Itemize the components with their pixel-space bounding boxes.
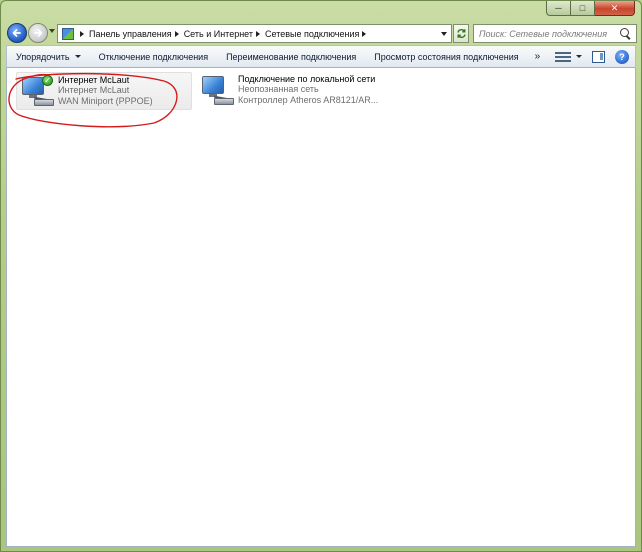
file-list[interactable]: ✓ Интернет McLaut Интернет McLaut WAN Mi… [6, 68, 636, 547]
network-connection-icon [200, 74, 234, 108]
close-button[interactable]: ✕ [595, 1, 635, 16]
breadcrumb-separator[interactable] [256, 30, 261, 37]
explorer-window: ─ □ ✕ Панель управления Сеть и Интернет … [0, 0, 642, 552]
back-arrow-icon [12, 29, 21, 37]
organize-label: Упорядочить [16, 51, 70, 62]
network-connection-icon: ✓ [20, 75, 54, 109]
breadcrumb-network-connections[interactable]: Сетевые подключения [265, 29, 359, 39]
connection-status: Интернет McLaut [58, 85, 130, 95]
control-panel-icon [62, 27, 74, 40]
connection-item-local-area[interactable]: Подключение по локальной сети Неопознанн… [197, 72, 387, 110]
breadcrumb-separator[interactable] [362, 30, 367, 37]
refresh-icon [456, 29, 466, 38]
minimize-button[interactable]: ─ [546, 1, 571, 16]
breadcrumb-network-internet[interactable]: Сеть и Интернет [184, 29, 253, 39]
check-icon: ✓ [42, 75, 53, 86]
address-dropdown-icon[interactable] [441, 32, 447, 36]
search-box[interactable] [473, 24, 637, 43]
search-icon[interactable] [619, 27, 633, 41]
maximize-button[interactable]: □ [571, 1, 595, 16]
help-icon[interactable]: ? [615, 49, 629, 64]
refresh-button[interactable] [453, 24, 469, 43]
connection-name: Интернет McLaut [58, 75, 130, 85]
more-commands-button[interactable]: » [528, 46, 548, 67]
recent-pages-dropdown[interactable] [49, 29, 55, 33]
forward-arrow-icon [34, 29, 43, 37]
command-bar: Упорядочить Отключение подключения Переи… [6, 45, 636, 68]
change-view-icon[interactable] [555, 51, 571, 63]
preview-pane-icon[interactable] [592, 50, 605, 63]
connection-device: Контроллер Atheros AR8121/AR... [238, 95, 379, 105]
connection-status: Неопознанная сеть [238, 84, 319, 94]
view-status-button[interactable]: Просмотр состояния подключения [365, 46, 527, 67]
navigation-bar: Панель управления Сеть и Интернет Сетевы… [7, 21, 637, 45]
connection-item-mclaut[interactable]: ✓ Интернет McLaut Интернет McLaut WAN Mi… [16, 72, 192, 110]
organize-button[interactable]: Упорядочить [7, 46, 90, 67]
breadcrumb-control-panel[interactable]: Панель управления [89, 29, 172, 39]
address-bar[interactable]: Панель управления Сеть и Интернет Сетевы… [57, 24, 452, 43]
back-button[interactable] [7, 23, 27, 43]
view-options-dropdown[interactable] [576, 55, 582, 58]
connection-name: Подключение по локальной сети [238, 74, 376, 84]
connection-device: WAN Miniport (PPPOE) [58, 96, 153, 106]
breadcrumb-separator[interactable] [174, 30, 179, 37]
chevron-down-icon [74, 55, 81, 58]
disable-connection-button[interactable]: Отключение подключения [90, 46, 218, 67]
search-input[interactable] [474, 28, 619, 39]
forward-button[interactable] [28, 23, 48, 43]
view-controls: ? [552, 49, 635, 64]
breadcrumb-separator[interactable] [80, 30, 84, 37]
rename-connection-button[interactable]: Переименование подключения [217, 46, 365, 67]
caption-buttons: ─ □ ✕ [546, 1, 635, 16]
